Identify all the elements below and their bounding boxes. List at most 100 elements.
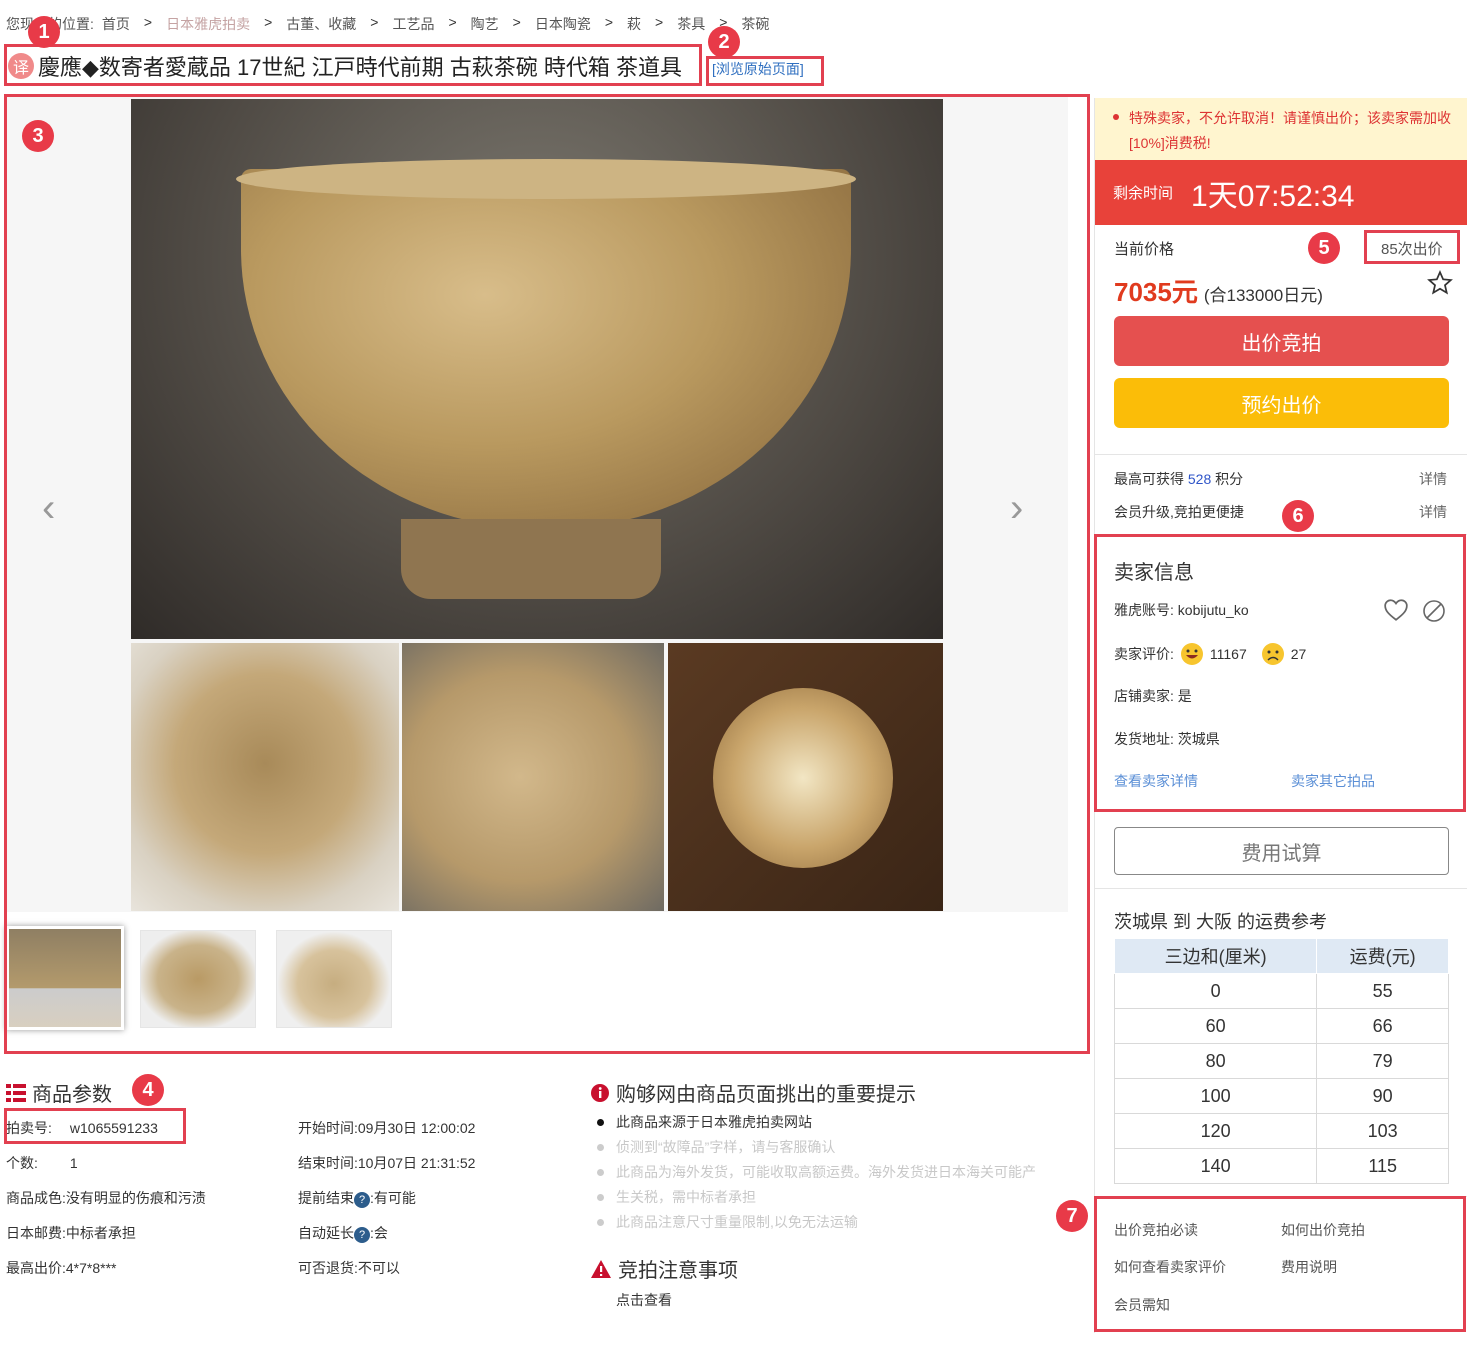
annotation-marker-2: 2 (708, 26, 740, 58)
help-icon[interactable]: ? (354, 1192, 370, 1208)
thumbnail-2[interactable] (140, 930, 256, 1028)
param-value: 1 (69, 1155, 78, 1171)
points-info: 最高可获得 528 积分 (1114, 469, 1243, 489)
item-title: 慶應◆数寄者愛蔵品 17世紀 江戸時代前期 古萩茶碗 時代箱 茶道具 (38, 55, 682, 80)
product-image-box[interactable] (668, 643, 943, 911)
tip-item: 此商品为海外发货，可能收取高额运费。海外发货进日本海关可能产 (597, 1164, 1036, 1180)
page-title: 译 慶應◆数寄者愛蔵品 17世紀 江戸時代前期 古萩茶碗 時代箱 茶道具 (8, 50, 682, 82)
seller-warning: 特殊卖家，不允许取消！请谨慎出价；该卖家需加收[10%]消费税! (1095, 98, 1467, 160)
table-cell: 0 (1113, 973, 1318, 1009)
divider (1095, 888, 1467, 889)
original-page-link[interactable]: [浏览原始页面] (712, 59, 804, 79)
table-cell: 120 (1113, 1113, 1318, 1149)
next-image-arrow[interactable]: › (1010, 486, 1023, 531)
param-label: 可否退货: (298, 1260, 358, 1276)
param-row: 商品成色:没有明显的伤痕和污渍 (6, 1188, 206, 1208)
table-row: 120 103 (1113, 1113, 1449, 1149)
seller-other-items-link[interactable]: 卖家其它拍品 (1291, 771, 1375, 791)
reserve-bid-button[interactable]: 预约出价 (1114, 378, 1449, 428)
table-cell: 60 (1113, 1008, 1318, 1044)
main-product-image[interactable] (131, 99, 943, 639)
store-seller: 店铺卖家: 是 (1114, 686, 1192, 706)
param-value: 不可以 (357, 1260, 400, 1276)
breadcrumb-item[interactable]: 茶具 (677, 14, 705, 34)
info-icon (591, 1083, 609, 1102)
breadcrumb-item[interactable]: 古董、收藏 (286, 14, 356, 34)
param-row: 自动延长?:会 (298, 1223, 388, 1243)
thumbnail-1[interactable] (6, 926, 124, 1030)
shipping-title: 茨城県 到 大阪 的运费参考 (1114, 912, 1328, 932)
member-upgrade-text[interactable]: 会员升级,竞拍更便捷 (1114, 502, 1244, 522)
points-prefix: 最高可获得 (1114, 471, 1184, 487)
product-image-bottom-view[interactable] (402, 643, 664, 911)
seller-account: 雅虎账号: kobijutu_ko (1114, 600, 1249, 620)
heart-icon[interactable] (1383, 598, 1409, 622)
param-row: 拍卖号: w1065591233 (6, 1118, 158, 1138)
member-detail-link[interactable]: 详情 (1419, 502, 1447, 522)
star-icon[interactable] (1427, 270, 1453, 296)
points-detail-link[interactable]: 详情 (1419, 469, 1447, 489)
column-header: 三边和(厘米) (1113, 938, 1318, 974)
help-link[interactable]: 会员需知 (1114, 1295, 1170, 1315)
shipping-table: 三边和(厘米) 运费(元) 0 55 60 66 80 79 100 90 120 103… (1113, 938, 1449, 1184)
help-link[interactable]: 出价竞拍必读 (1114, 1220, 1198, 1240)
help-icon[interactable]: ? (354, 1227, 370, 1243)
breadcrumb-item[interactable]: 茶碗 (741, 14, 769, 34)
breadcrumb-item[interactable]: 陶艺 (471, 14, 499, 34)
annotation-marker-1: 1 (28, 16, 60, 48)
bid-count[interactable]: 85次出价 (1381, 238, 1443, 259)
tip-item: 侦测到“故障品”字样，请与客服确认 (596, 1139, 836, 1155)
param-row: 开始时间:09月30日 12:00:02 (298, 1118, 475, 1138)
thumbnail-3[interactable] (276, 930, 392, 1028)
help-link[interactable]: 费用说明 (1281, 1257, 1337, 1277)
annotation-marker-6: 6 (1282, 500, 1314, 532)
ship-from-value: 茨城県 (1177, 731, 1220, 747)
happy-face-icon (1180, 643, 1203, 665)
param-label: 个数: (6, 1155, 38, 1171)
points-suffix: 积分 (1215, 471, 1244, 487)
translate-badge[interactable]: 译 (8, 53, 34, 79)
param-label: 自动延长 (298, 1225, 354, 1241)
countdown-timer: 剩余时间 1天07:52:34 (1095, 160, 1467, 225)
param-value: :有可能 (370, 1190, 416, 1206)
item-parameters: 商品参数 拍卖号: w1065591233 个数: 1 商品成色:没有明显的伤痕和污… (6, 1078, 586, 1276)
fee-calculator-button[interactable]: 费用试算 (1114, 827, 1449, 875)
params-heading-text: 商品参数 (32, 1084, 112, 1106)
table-row: 80 79 (1113, 1043, 1449, 1079)
price-cny: 7035元 (1114, 277, 1198, 307)
breadcrumb-item[interactable]: 工艺品 (392, 14, 434, 34)
breadcrumb-item[interactable]: 日本陶瓷 (535, 14, 591, 34)
tea-bowl-body (241, 169, 851, 529)
block-icon[interactable] (1422, 599, 1446, 623)
breadcrumb-item[interactable]: 日本雅虎拍卖 (166, 14, 250, 34)
annotation-marker-4: 4 (132, 1074, 164, 1106)
help-link[interactable]: 如何查看卖家评价 (1114, 1257, 1226, 1277)
annotation-marker-3: 3 (22, 120, 54, 152)
seller-detail-link[interactable]: 查看卖家详情 (1114, 771, 1198, 791)
param-row: 最高出价:4*7*8*** (6, 1258, 117, 1278)
breadcrumb-item[interactable]: 首页 (102, 14, 130, 34)
image-gallery: ‹ › (6, 96, 1088, 1052)
notice-heading: 竞拍注意事项 (590, 1254, 738, 1283)
notice-link[interactable]: 点击查看 (616, 1290, 672, 1310)
table-cell: 90 (1316, 1078, 1449, 1114)
help-link[interactable]: 如何出价竞拍 (1281, 1220, 1365, 1240)
table-cell: 66 (1316, 1008, 1449, 1044)
account-value[interactable]: kobijutu_ko (1178, 602, 1249, 618)
good-rating-count: 11167 (1209, 646, 1247, 662)
bid-button[interactable]: 出价竞拍 (1114, 316, 1449, 366)
product-image-top-view[interactable] (131, 643, 399, 911)
rating-label: 卖家评价: (1114, 646, 1174, 662)
prev-image-arrow[interactable]: ‹ (42, 486, 55, 531)
breadcrumb-item[interactable]: 萩 (627, 14, 641, 34)
divider (1095, 454, 1467, 455)
ship-from-label: 发货地址: (1114, 731, 1174, 747)
list-icon (6, 1083, 26, 1102)
table-row: 140 115 (1113, 1148, 1449, 1184)
price-label: 当前价格 (1114, 241, 1175, 258)
param-value: 10月07日 21:31:52 (357, 1155, 476, 1171)
param-row: 日本邮费:中标者承担 (6, 1223, 136, 1243)
tip-item: 此商品来源于日本雅虎拍卖网站 (597, 1114, 812, 1130)
store-value: 是 (1177, 688, 1192, 704)
tips-heading-text: 购够网由商品页面挑出的重要提示 (616, 1084, 916, 1106)
